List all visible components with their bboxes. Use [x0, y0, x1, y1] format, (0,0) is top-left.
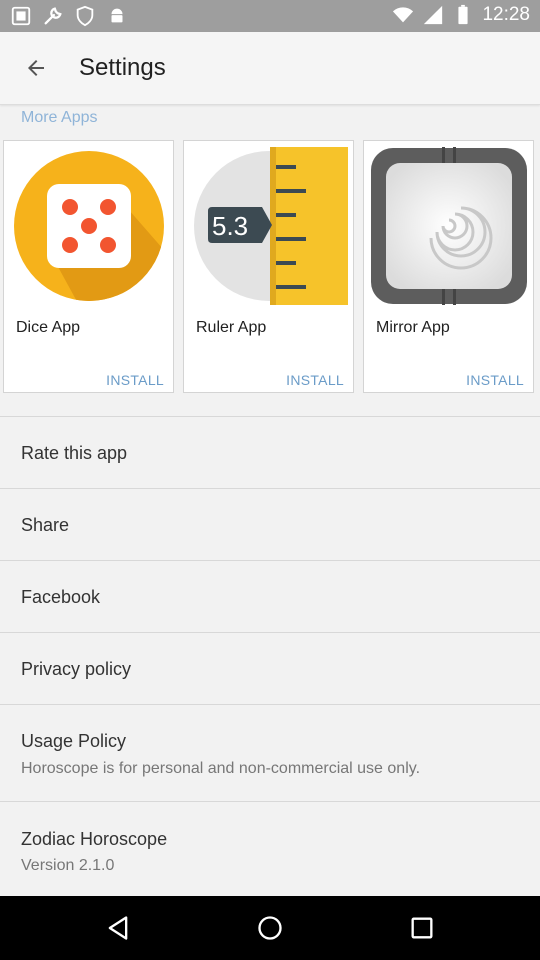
dice-icon	[10, 147, 168, 305]
app-card-dice[interactable]: Dice App INSTALL	[3, 140, 174, 393]
battery-icon	[458, 4, 469, 25]
app-name: Dice App	[16, 319, 81, 336]
settings-list: Rate this app Share Facebook Privacy pol…	[0, 416, 540, 897]
ruler-value-text: 5.3	[212, 211, 248, 241]
status-bar: 12:28	[0, 0, 540, 32]
system-status-icons: 12:28	[392, 4, 530, 26]
navigation-bar	[0, 896, 540, 960]
nav-back-button[interactable]	[102, 912, 134, 944]
setting-facebook[interactable]: Facebook	[0, 561, 540, 633]
notification-app-icon	[11, 6, 31, 26]
setting-title: Share	[21, 515, 70, 535]
setting-title: Facebook	[21, 587, 101, 607]
setting-subtitle: Version 2.1.0	[21, 857, 115, 874]
nav-recents-button[interactable]	[406, 912, 438, 944]
wrench-icon	[44, 7, 62, 25]
install-button[interactable]: INSTALL	[466, 372, 524, 388]
ruler-icon: 5.3	[190, 147, 348, 305]
setting-share[interactable]: Share	[0, 489, 540, 561]
triangle-back-icon	[108, 916, 128, 940]
clock: 12:28	[482, 4, 530, 25]
nav-home-button[interactable]	[254, 912, 286, 944]
setting-title: Zodiac Horoscope	[21, 829, 168, 849]
shield-icon	[76, 5, 94, 27]
android-icon	[111, 8, 123, 23]
install-button[interactable]: INSTALL	[106, 372, 164, 388]
wifi-icon	[393, 7, 414, 23]
app-card-mirror[interactable]: Mirror App INSTALL	[363, 140, 534, 393]
more-apps-list: Dice App INSTALL 5.3 Ruler App INSTALL M…	[3, 140, 537, 395]
app-name: Ruler App	[196, 319, 267, 336]
square-recents-icon	[411, 917, 433, 939]
app-card-ruler[interactable]: 5.3 Ruler App INSTALL	[183, 140, 354, 393]
install-button[interactable]: INSTALL	[286, 372, 344, 388]
setting-subtitle: Horoscope is for personal and non-commer…	[21, 760, 421, 777]
notification-icons	[10, 5, 128, 27]
setting-title: Rate this app	[21, 443, 128, 463]
setting-title: Privacy policy	[21, 659, 132, 679]
more-apps-header: More Apps	[21, 109, 98, 126]
setting-usage-policy[interactable]: Usage Policy Horoscope is for personal a…	[0, 705, 540, 802]
signal-icon	[424, 5, 443, 25]
page-title: Settings	[79, 54, 166, 81]
setting-rate-app[interactable]: Rate this app	[0, 417, 540, 489]
arrow-back-icon	[28, 60, 44, 76]
circle-home-icon	[258, 916, 282, 940]
mirror-icon	[370, 147, 528, 305]
setting-app-version[interactable]: Zodiac Horoscope Version 2.1.0	[0, 802, 540, 897]
setting-title: Usage Policy	[21, 731, 127, 751]
app-bar: Settings	[0, 32, 540, 105]
back-button[interactable]	[18, 50, 54, 86]
app-name: Mirror App	[376, 319, 450, 336]
setting-privacy-policy[interactable]: Privacy policy	[0, 633, 540, 705]
